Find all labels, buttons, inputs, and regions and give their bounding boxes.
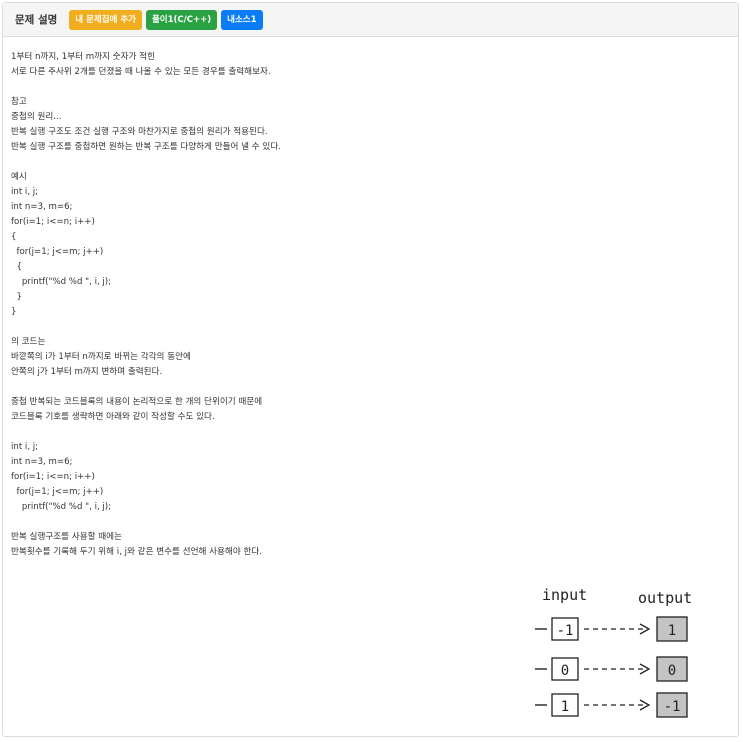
text-line [11, 155, 733, 170]
output-label: output [638, 589, 692, 607]
text-line: printf("%d %d ", i, j); [11, 502, 112, 512]
text-line: } [11, 307, 17, 317]
output-value: 0 [668, 663, 676, 679]
text-line [11, 515, 733, 530]
text-line: 중첩의 원리... [11, 112, 62, 122]
text-line: int i, j; [11, 442, 39, 452]
text-line: 의 코드는 [11, 337, 46, 347]
text-line: 반복횟수를 기록해 두기 위해 i, j와 같은 변수를 선언해 사용해야 한다… [11, 547, 263, 557]
problem-text: 1부터 n까지, 1부터 m까지 숫자가 적힌서로 다른 주사위 2개를 던졌을… [11, 50, 733, 560]
text-line: printf("%d %d ", i, j); [11, 277, 112, 287]
panel-header: 문제 설명 내 문제집에 추가 풀이1(C/C++) 내소스1 [3, 3, 738, 37]
text-line: 1부터 n까지, 1부터 m까지 숫자가 적힌 [11, 52, 155, 62]
input-label: input [542, 586, 587, 604]
text-line: 반복 실행 구조도 조건 실행 구조와 마찬가지로 중첩의 원리가 적용된다. [11, 127, 268, 137]
text-line: int i, j; [11, 187, 39, 197]
text-line: 예시 [11, 172, 27, 182]
text-line [11, 380, 733, 395]
text-line [11, 320, 733, 335]
text-line: int n=3, m=6; [11, 457, 73, 467]
text-line: 참고 [11, 97, 27, 107]
text-line: 반복 실행구조를 사용할 때에는 [11, 532, 122, 542]
input-value: 0 [561, 663, 569, 679]
text-line: 코드블록 기호를 생략하면 아래와 같이 작성할 수도 있다. [11, 412, 215, 422]
panel-title: 문제 설명 [15, 14, 58, 26]
output-value: 1 [668, 623, 676, 639]
text-line: 안쪽의 j가 1부터 m까지 변하며 출력된다. [11, 367, 163, 377]
text-line: { [11, 232, 17, 242]
text-line: 반복 실행 구조를 중첩하면 원하는 반복 구조를 다양하게 만들어 낼 수 있… [11, 142, 281, 152]
text-line: for(i=1; i<=n; i++) [11, 472, 95, 482]
diagram-svg: input output -1 1 0 0 1 -1 [535, 586, 692, 718]
text-line: for(j=1; j<=m; j++) [11, 487, 104, 497]
text-line [11, 425, 733, 440]
diagram-rows: -1 1 0 0 1 -1 [535, 616, 688, 718]
text-line: 서로 다른 주사위 2개를 던졌을 때 나올 수 있는 모든 경우를 출력해보자… [11, 67, 271, 77]
text-line: { [11, 262, 22, 272]
text-line: 바깥쪽의 i가 1부터 n까지로 바뀌는 각각의 동안에 [11, 352, 191, 362]
text-line: for(i=1; i<=n; i++) [11, 217, 95, 227]
input-output-diagram: input output -1 1 0 0 1 -1 [530, 578, 710, 728]
text-line: int n=3, m=6; [11, 202, 73, 212]
solution-button[interactable]: 풀이1(C/C++) [145, 9, 218, 30]
text-line [11, 80, 733, 95]
text-line: 중첩 반복되는 코드블록의 내용이 논리적으로 한 개의 단위이기 때문에 [11, 397, 263, 407]
output-value: -1 [664, 699, 681, 715]
text-line: for(j=1; j<=m; j++) [11, 247, 104, 257]
text-line: } [11, 292, 22, 302]
my-source-button[interactable]: 내소스1 [221, 9, 263, 30]
add-to-my-set-button[interactable]: 내 문제집에 추가 [69, 9, 142, 30]
input-value: 1 [561, 699, 569, 715]
input-value: -1 [557, 623, 574, 639]
